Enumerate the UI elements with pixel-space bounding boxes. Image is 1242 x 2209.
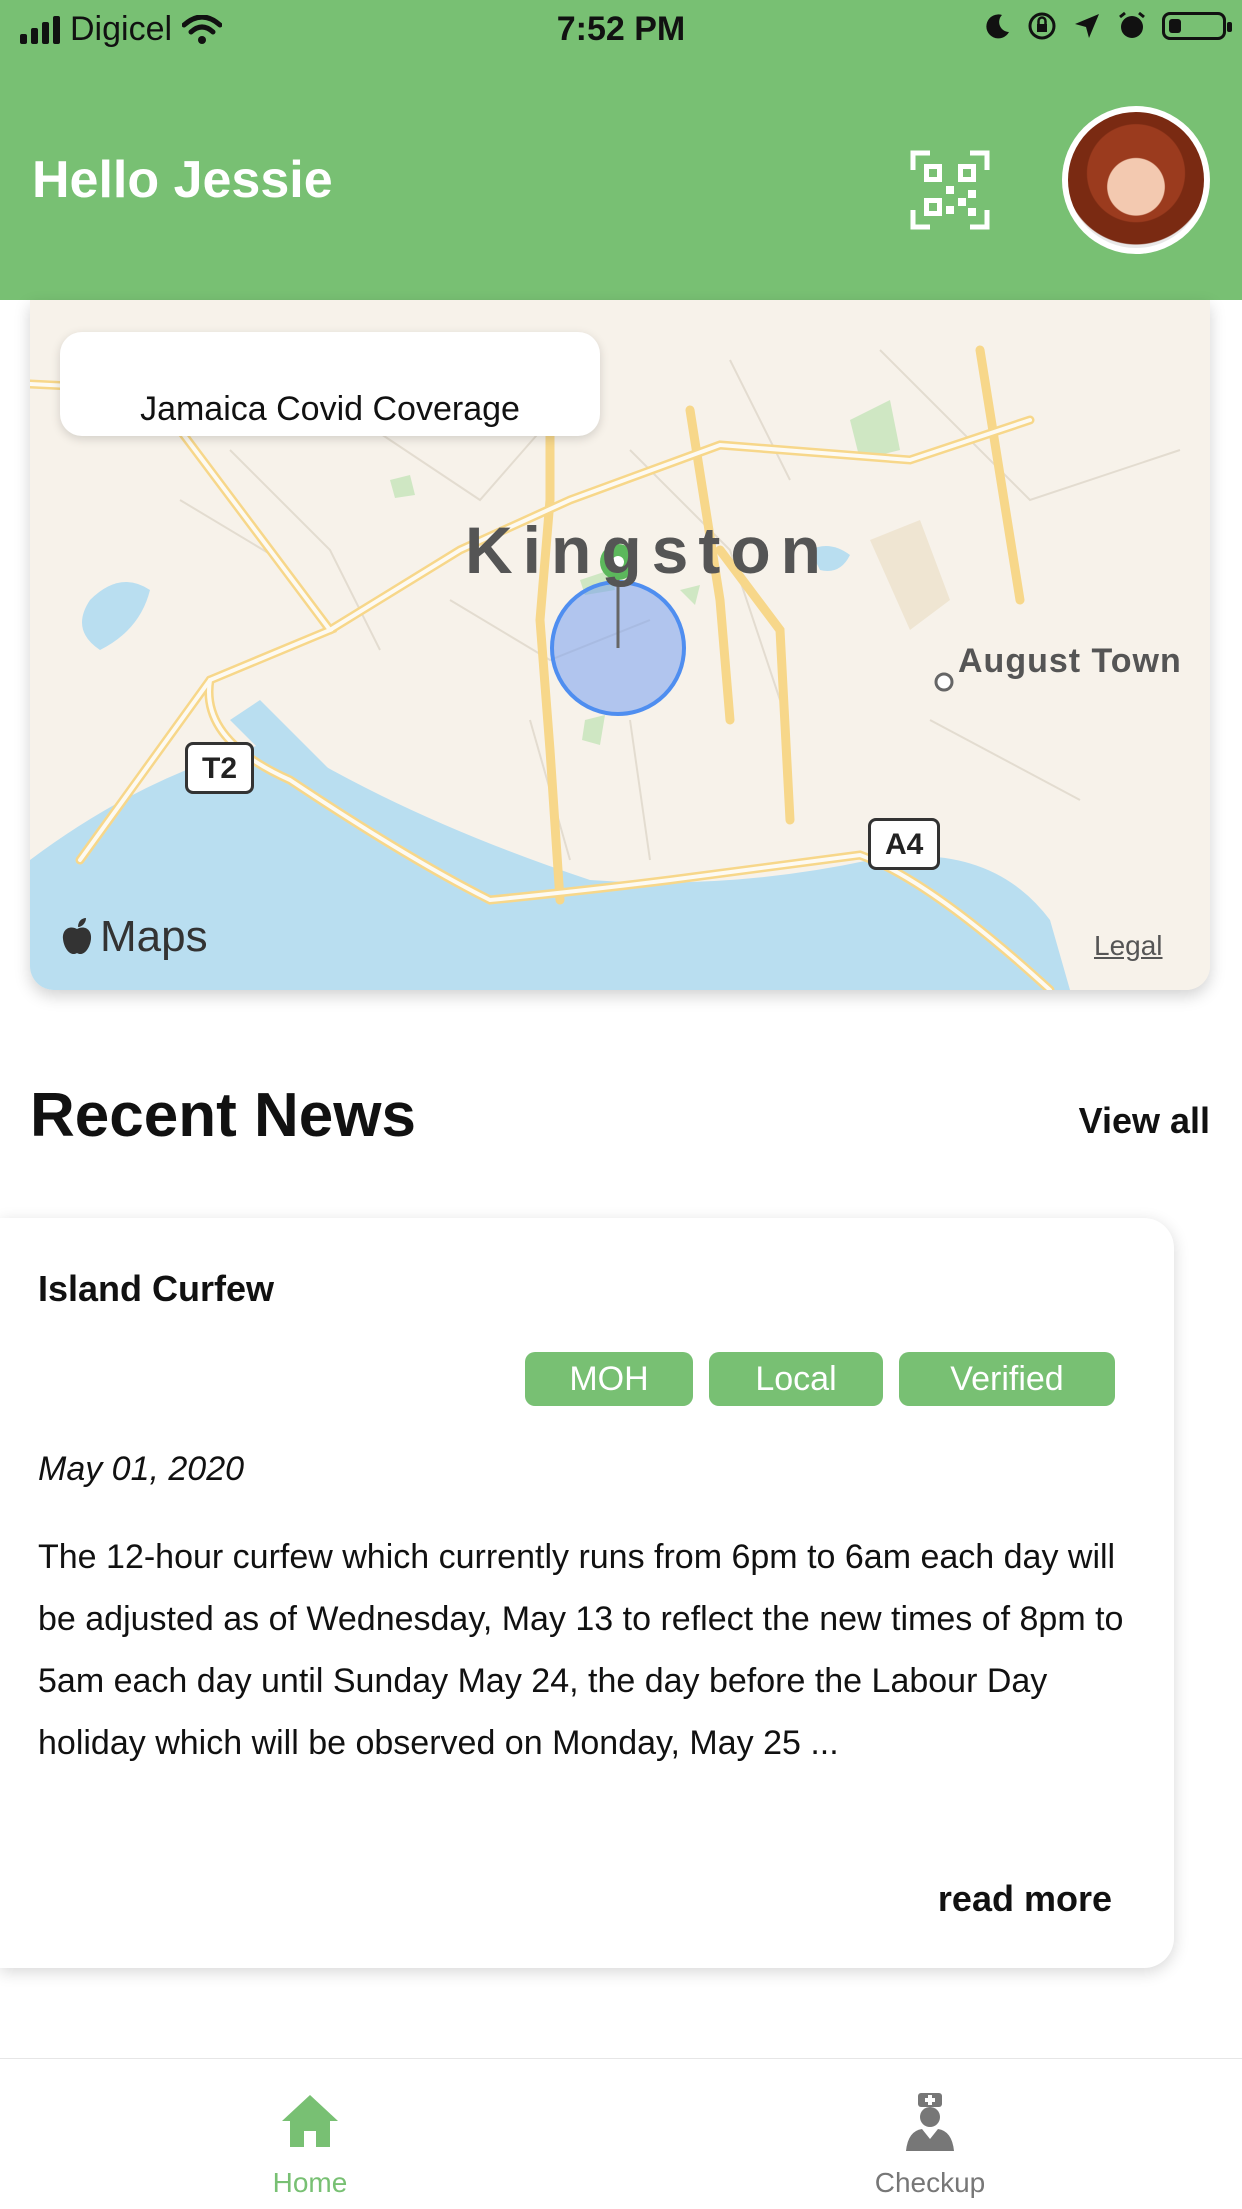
coverage-map[interactable]: Jamaica Covid Coverage Kingston August T…	[30, 300, 1210, 990]
road-shield-t2: T2	[185, 742, 255, 794]
news-date: May 01, 2020	[38, 1450, 245, 1488]
alarm-icon	[1119, 11, 1145, 38]
news-card[interactable]: Island Curfew MOH Local Verified May 01,…	[0, 1218, 1174, 1968]
news-tags: MOH Local Verified	[525, 1352, 1115, 1406]
news-body: The 12-hour curfew which currently runs …	[38, 1538, 1124, 1762]
map-town-label: August Town	[958, 642, 1182, 680]
home-icon	[282, 2095, 338, 2147]
status-right	[984, 10, 1232, 42]
profile-photo	[1068, 112, 1204, 248]
qr-code-icon[interactable]	[910, 150, 990, 230]
tab-checkup-label: Checkup	[874, 2167, 986, 2198]
tab-home-label: Home	[272, 2167, 348, 2198]
avatar[interactable]	[1062, 106, 1210, 254]
orientation-lock-icon	[1028, 12, 1056, 40]
recent-news-title: Recent News	[30, 1081, 416, 1150]
status-bar: Digicel 7:52 PM	[0, 0, 1242, 64]
location-arrow-icon	[1075, 14, 1099, 38]
apple-logo-icon	[62, 918, 92, 955]
doctor-icon	[906, 2093, 954, 2151]
tag-moh[interactable]: MOH	[525, 1352, 693, 1406]
map-legal-link[interactable]: Legal	[1094, 930, 1163, 962]
do-not-disturb-icon	[986, 14, 1009, 39]
read-more-link[interactable]: read more	[938, 1878, 1112, 1920]
map-city-label: Kingston	[465, 513, 831, 587]
view-all-link[interactable]: View all	[1079, 1100, 1210, 1142]
tag-local[interactable]: Local	[709, 1352, 883, 1406]
tab-checkup[interactable]: Checkup	[620, 2059, 1240, 2209]
map-title: Jamaica Covid Coverage	[140, 390, 520, 428]
battery-icon	[1162, 12, 1232, 40]
tab-home[interactable]: Home	[0, 2059, 620, 2209]
greeting-title: Hello Jessie	[32, 151, 333, 209]
tab-bar: Home Checkup	[0, 2058, 1242, 2209]
maps-brand: Maps	[60, 912, 208, 962]
road-shield-a4: A4	[868, 818, 941, 870]
news-title: Island Curfew	[38, 1268, 275, 1309]
maps-brand-label: Maps	[100, 912, 208, 961]
map-title-box: Jamaica Covid Coverage	[60, 332, 600, 436]
app-header: Digicel 7:52 PM Hello Jessie	[0, 0, 1242, 300]
tag-verified[interactable]: Verified	[899, 1352, 1115, 1406]
